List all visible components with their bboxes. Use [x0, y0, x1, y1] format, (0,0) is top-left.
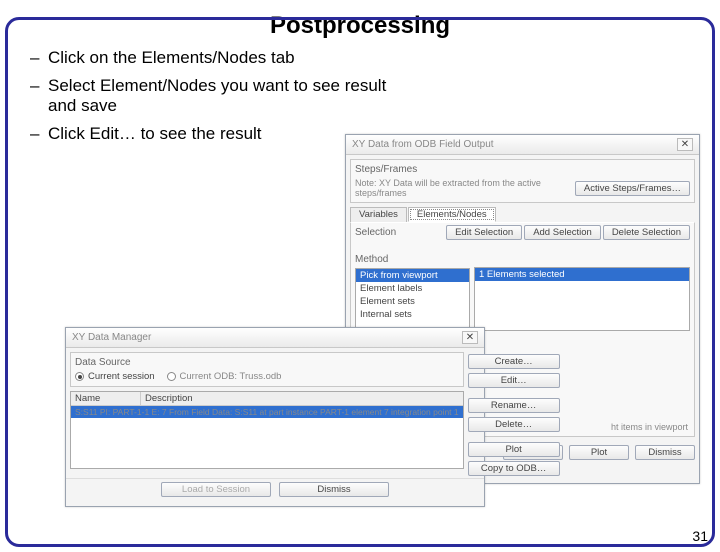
radio-label: Current session	[88, 371, 155, 382]
method-option[interactable]: Internal sets	[356, 308, 469, 321]
col-name-header: Name	[71, 392, 141, 405]
plot-button[interactable]: Plot	[569, 445, 629, 460]
dialog-titlebar: XY Data from ODB Field Output ✕	[346, 135, 699, 155]
radio-icon	[167, 372, 176, 381]
method-label: Method	[355, 254, 470, 265]
dismiss-button-mgr[interactable]: Dismiss	[279, 482, 389, 497]
selection-status-box: 1 Elements selected	[474, 267, 690, 331]
dialog-titlebar: XY Data Manager ✕	[66, 328, 484, 348]
data-table[interactable]: Name Description S:S11 PI: PART-1-1 E: 7…	[70, 391, 464, 469]
radio-current-session[interactable]: Current session	[75, 371, 155, 382]
copy-to-odb-button[interactable]: Copy to ODB…	[468, 461, 560, 476]
close-icon[interactable]: ✕	[462, 331, 478, 344]
radio-label: Current ODB: Truss.odb	[180, 371, 282, 382]
tab-variables[interactable]: Variables	[350, 207, 407, 222]
method-option[interactable]: Pick from viewport	[356, 269, 469, 282]
radio-current-odb[interactable]: Current ODB: Truss.odb	[167, 371, 282, 382]
edit-button[interactable]: Edit…	[468, 373, 560, 388]
create-button[interactable]: Create…	[468, 354, 560, 369]
hint-text: ht items in viewport	[611, 422, 688, 432]
delete-selection-button[interactable]: Delete Selection	[603, 225, 690, 240]
selection-status: 1 Elements selected	[475, 268, 689, 281]
radio-icon	[75, 372, 84, 381]
rename-button[interactable]: Rename…	[468, 398, 560, 413]
dialog-xy-data-manager: XY Data Manager ✕ Data Source Current se…	[65, 327, 485, 507]
col-desc-header: Description	[141, 392, 463, 405]
table-row[interactable]: S:S11 PI: PART-1-1 E: 7 From Field Data:…	[71, 406, 463, 418]
edit-selection-button[interactable]: Edit Selection	[446, 225, 522, 240]
note-text: Note: XY Data will be extracted from the…	[355, 178, 575, 198]
method-option[interactable]: Element labels	[356, 282, 469, 295]
dismiss-button[interactable]: Dismiss	[635, 445, 695, 460]
close-icon[interactable]: ✕	[677, 138, 693, 151]
steps-frames-group: Steps/Frames Note: XY Data will be extra…	[350, 159, 695, 203]
active-steps-button[interactable]: Active Steps/Frames…	[575, 181, 690, 196]
tab-elements-nodes[interactable]: Elements/Nodes	[408, 207, 496, 222]
dialog-title-text: XY Data Manager	[72, 332, 151, 343]
tab-bar: Variables Elements/Nodes	[350, 207, 695, 222]
add-selection-button[interactable]: Add Selection	[524, 225, 601, 240]
method-option[interactable]: Element sets	[356, 295, 469, 308]
plot-button-mgr[interactable]: Plot	[468, 442, 560, 457]
group-label: Steps/Frames	[355, 164, 690, 175]
group-label: Data Source	[75, 357, 459, 368]
page-number: 31	[692, 528, 708, 544]
method-listbox[interactable]: Pick from viewport Element labels Elemen…	[355, 268, 470, 332]
data-source-group: Data Source Current session Current ODB:…	[70, 352, 464, 387]
delete-button[interactable]: Delete…	[468, 417, 560, 432]
load-to-session-button[interactable]: Load to Session	[161, 482, 271, 497]
dialog-title-text: XY Data from ODB Field Output	[352, 139, 494, 150]
